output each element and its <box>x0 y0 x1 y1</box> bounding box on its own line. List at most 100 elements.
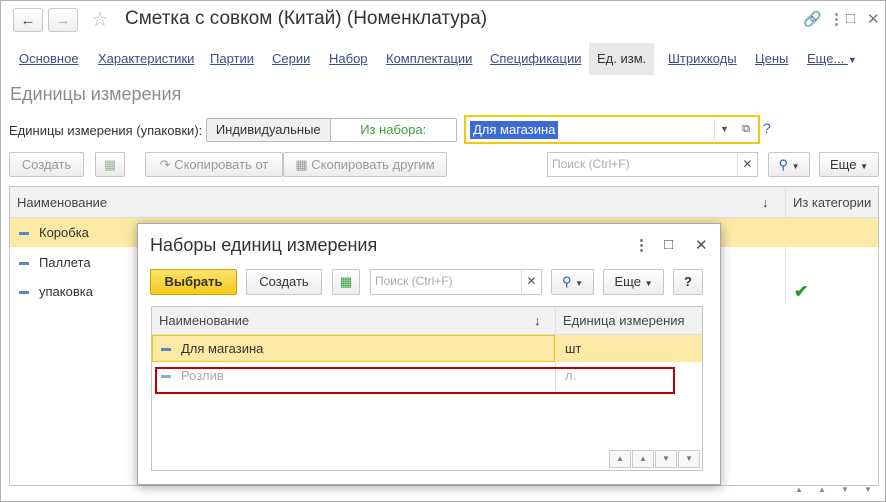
table-pager: ▲ ▲ ▼ ▼ <box>787 482 879 498</box>
option-individual[interactable]: Индивидуальные <box>207 119 331 141</box>
dialog-table-header: Наименование ↓ Единица измерения <box>152 307 702 390</box>
units-set-value: Для магазина <box>470 121 559 139</box>
dropdown-arrow-icon[interactable]: ▼ <box>714 119 734 140</box>
units-label: Единицы измерения (упаковки): <box>9 123 203 138</box>
copy-from-button[interactable]: ↷ Скопировать от <box>145 152 283 177</box>
tab-more[interactable]: Еще... ▼ <box>807 43 857 75</box>
menu-dots-icon[interactable]: ⋮ <box>829 10 844 28</box>
form-tabs: Основное Характеристики Партии Серии Наб… <box>1 43 885 77</box>
item-icon <box>19 291 29 295</box>
section-title: Единицы измерения <box>10 84 182 104</box>
table-header: Наименование ↓ Из категории <box>10 187 878 302</box>
link-icon[interactable]: 🔗 <box>803 10 822 28</box>
dialog-search-input[interactable]: Поиск (Ctrl+F) ✕ <box>370 269 542 295</box>
back-button[interactable]: ← <box>13 8 43 32</box>
caret-down-icon: ▼ <box>860 162 868 171</box>
first-page-icon[interactable]: ▲ <box>609 450 631 468</box>
next-page-icon[interactable]: ▼ <box>834 482 856 498</box>
column-unit[interactable]: Единица измерения <box>556 307 685 335</box>
caret-down-icon: ▼ <box>575 279 584 288</box>
add-copy-button[interactable]: ▦ <box>95 152 125 177</box>
main-window: ← → ☆ Сметка с совком (Китай) (Номенклат… <box>0 0 886 502</box>
search-placeholder: Поиск (Ctrl+F) <box>552 157 630 171</box>
next-page-icon[interactable]: ▼ <box>655 450 677 468</box>
last-page-icon[interactable]: ▼ <box>857 482 879 498</box>
dialog-help-button[interactable]: ? <box>673 269 703 295</box>
more-button[interactable]: Еще ▼ <box>819 152 879 177</box>
caret-down-icon: ▼ <box>791 162 800 171</box>
selected-cell-frame <box>152 335 555 362</box>
close-icon[interactable]: ✕ <box>867 10 880 28</box>
dialog-search-placeholder: Поиск (Ctrl+F) <box>375 274 453 288</box>
dialog-add-copy-button[interactable]: ▦ <box>332 269 360 295</box>
row-name: Паллета <box>39 255 91 270</box>
dialog-more-button[interactable]: Еще ▼ <box>603 269 664 295</box>
column-from-category[interactable]: Из категории <box>786 187 871 218</box>
tab-lots[interactable]: Партии <box>210 43 254 75</box>
maximize-icon[interactable]: □ <box>664 236 673 253</box>
clear-search-icon[interactable]: ✕ <box>521 270 541 293</box>
highlight-frame <box>155 367 675 394</box>
dialog-title: Наборы единиц измерения <box>150 235 378 255</box>
redo-arrow-icon: ↷ <box>159 157 171 172</box>
caret-down-icon: ▼ <box>847 55 857 65</box>
arrow-left-icon: ← <box>20 11 36 29</box>
tab-series[interactable]: Серии <box>272 43 310 75</box>
sort-arrow-icon[interactable]: ↓ <box>762 187 769 218</box>
table-row[interactable]: Для магазина шт <box>152 335 702 362</box>
search-icon: ⚲ <box>778 157 788 172</box>
check-icon: ✔ <box>794 282 809 301</box>
column-name[interactable]: Наименование <box>10 187 785 218</box>
unit-sets-dialog: Наборы единиц измерения ⋮ □ ✕ Выбрать Со… <box>137 223 721 485</box>
tab-units[interactable]: Ед. изм. <box>589 43 655 75</box>
arrow-right-icon: → <box>55 11 71 29</box>
create-button[interactable]: Создать <box>9 152 84 177</box>
add-document-icon: ▦ <box>339 274 353 289</box>
forward-button[interactable]: → <box>48 8 78 32</box>
menu-dots-icon[interactable]: ⋮ <box>634 236 649 254</box>
title-bar: ← → ☆ Сметка с совком (Китай) (Номенклат… <box>1 1 885 39</box>
tab-characteristics[interactable]: Характеристики <box>98 43 194 75</box>
tab-specifications[interactable]: Спецификации <box>490 43 582 75</box>
item-icon <box>19 262 29 266</box>
caret-down-icon: ▼ <box>644 279 653 288</box>
row-name: упаковка <box>39 284 93 299</box>
help-link[interactable]: ? <box>763 120 771 136</box>
close-icon[interactable]: ✕ <box>695 236 708 254</box>
prev-page-icon[interactable]: ▲ <box>811 482 833 498</box>
option-from-set[interactable]: Из набора: <box>330 119 456 141</box>
tab-main[interactable]: Основное <box>19 43 79 75</box>
row-name: Коробка <box>39 225 89 240</box>
copy-to-others-label: Скопировать другим <box>311 157 435 172</box>
search-options-button[interactable]: ⚲ ▼ <box>768 152 810 177</box>
tab-kits[interactable]: Комплектации <box>386 43 472 75</box>
dialog-more-label: Еще <box>614 274 641 289</box>
tab-more-label: Еще... <box>807 51 845 66</box>
dialog-table-pager: ▲ ▲ ▼ ▼ <box>608 450 700 468</box>
window-title: Сметка с совком (Китай) (Номенклатура) <box>125 8 488 29</box>
copy-to-others-button[interactable]: ▦ Скопировать другим <box>283 152 447 177</box>
favorite-star-icon[interactable]: ☆ <box>91 7 109 32</box>
prev-page-icon[interactable]: ▲ <box>632 450 654 468</box>
column-name[interactable]: Наименование <box>152 307 555 335</box>
maximize-icon[interactable]: □ <box>846 10 855 27</box>
more-label: Еще <box>830 157 857 172</box>
tab-barcodes[interactable]: Штрихкоды <box>668 43 737 75</box>
document-icon: ▦ <box>295 157 308 172</box>
search-input[interactable]: Поиск (Ctrl+F) ✕ <box>547 152 758 177</box>
add-document-icon: ▦ <box>103 157 117 172</box>
last-page-icon[interactable]: ▼ <box>678 450 700 468</box>
choose-button[interactable]: Выбрать <box>150 269 237 295</box>
open-form-icon[interactable]: ⧉ <box>736 119 756 140</box>
item-icon <box>19 232 29 236</box>
clear-search-icon[interactable]: ✕ <box>737 153 757 176</box>
first-page-icon[interactable]: ▲ <box>788 482 810 498</box>
copy-from-label: Скопировать от <box>174 157 269 172</box>
units-set-field[interactable]: Для магазина ▼ ⧉ <box>464 115 760 144</box>
tab-prices[interactable]: Цены <box>755 43 788 75</box>
tab-set[interactable]: Набор <box>329 43 368 75</box>
dialog-search-options-button[interactable]: ⚲ ▼ <box>551 269 594 295</box>
sort-arrow-icon[interactable]: ↓ <box>534 307 541 335</box>
units-mode-switch: Индивидуальные Из набора: <box>206 118 457 142</box>
dialog-create-button[interactable]: Создать <box>246 269 322 295</box>
